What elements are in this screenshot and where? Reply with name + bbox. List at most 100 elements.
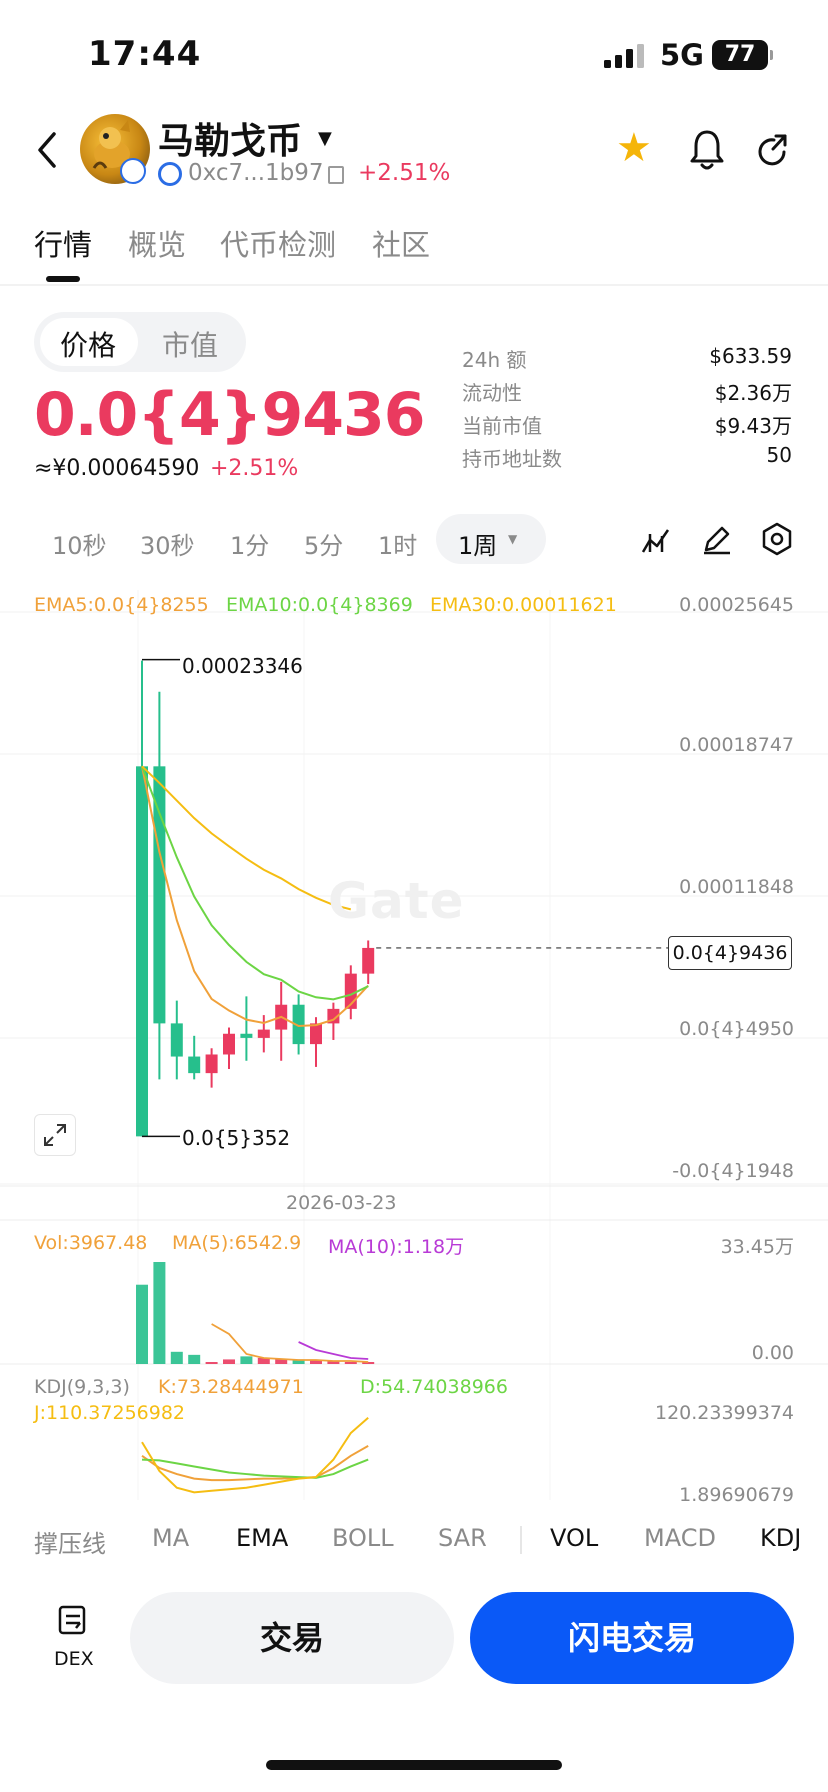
kdj-y-tick: 1.89690679 (679, 1484, 794, 1506)
token-name[interactable]: 马勒戈币 (158, 112, 302, 164)
tab-overview[interactable]: 概览 (128, 222, 186, 264)
draw-pencil-icon[interactable] (700, 522, 734, 556)
status-time: 17:44 (88, 34, 202, 74)
tab-community[interactable]: 社区 (372, 222, 430, 264)
chain-icon (158, 162, 182, 186)
interval-selected[interactable]: 1周 (458, 526, 497, 561)
share-icon[interactable] (754, 132, 792, 170)
stat-value-mcap: $9.43万 (714, 414, 792, 438)
kdj-d-line (141, 1458, 369, 1479)
high-label: 0.00023346 (182, 654, 303, 678)
dex-label[interactable]: DEX (54, 1648, 94, 1670)
volume-bar (170, 1351, 183, 1364)
ema10-legend: EMA10:0.0{4}8369 (226, 594, 413, 616)
stat-label-mcap: 当前市值 (462, 414, 542, 438)
stat-label-volume: 24h 额 (462, 348, 527, 372)
volume-bar (136, 1284, 148, 1364)
interval-1m[interactable]: 1分 (230, 526, 269, 561)
bell-icon[interactable] (688, 128, 726, 172)
dex-icon[interactable] (56, 1604, 90, 1638)
star-icon[interactable]: ★ (616, 128, 652, 168)
y-tick: -0.0{4}1948 (672, 1160, 794, 1182)
network-label: 5G (660, 38, 704, 72)
divider (0, 284, 828, 286)
kdj-j-line (141, 1417, 369, 1494)
signal-icon (604, 44, 644, 68)
watermark: Gate (328, 872, 465, 930)
vol-ma10-legend: MA(10):1.18万 (328, 1236, 465, 1258)
indicator-sar[interactable]: SAR (438, 1524, 487, 1552)
y-tick: 0.00025645 (679, 594, 794, 616)
toggle-price[interactable]: 价格 (60, 324, 116, 364)
date-label: 2026-03-23 (286, 1192, 397, 1214)
tab-market[interactable]: 行情 (34, 222, 92, 264)
interval-5m[interactable]: 5分 (304, 526, 343, 561)
chain-badge-icon (120, 158, 146, 184)
volume-bar (344, 1362, 357, 1364)
indicator-chart-icon[interactable] (640, 522, 674, 556)
indicator-ma[interactable]: MA (152, 1524, 189, 1552)
stat-label-holders: 持币地址数 (462, 447, 562, 471)
back-icon[interactable] (30, 128, 66, 172)
low-label: 0.0{5}352 (182, 1126, 291, 1150)
kdj-params: KDJ(9,3,3) (34, 1376, 130, 1398)
vol-legend: Vol:3967.48 (34, 1232, 148, 1254)
volume-bar (240, 1356, 253, 1364)
candle-body (257, 1029, 270, 1038)
volume-bar (188, 1354, 201, 1364)
candle-body (170, 1023, 183, 1057)
expand-icon (44, 1124, 66, 1146)
stat-value-holders: 50 (766, 443, 792, 467)
tab-indicator (46, 276, 80, 282)
flash-trade-button[interactable]: 闪电交易 (470, 1592, 794, 1684)
kdj-j-legend: J:110.37256982 (34, 1402, 186, 1424)
indicator-macd[interactable]: MACD (644, 1524, 716, 1552)
indicator-support[interactable]: 撑压线 (34, 1524, 106, 1559)
interval-10s[interactable]: 10秒 (52, 526, 107, 561)
stat-label-liquidity: 流动性 (462, 381, 522, 405)
y-tick: 0.00018747 (679, 734, 794, 756)
caret-down-icon[interactable]: ▼ (508, 532, 517, 546)
price-cny: ≈¥0.00064590 (34, 456, 200, 481)
candle-body (310, 1023, 322, 1045)
settings-hexagon-icon[interactable] (760, 522, 794, 556)
battery-icon: 77 (712, 40, 773, 70)
vol-ma5-legend: MA(5):6542.9 (172, 1232, 302, 1254)
kdj-y-tick: 120.23399374 (654, 1402, 794, 1424)
candlestick-chart[interactable] (0, 582, 828, 1512)
candle-body (205, 1054, 218, 1074)
vol-ma10-line (298, 1341, 369, 1360)
tab-token-check[interactable]: 代币检测 (220, 222, 336, 264)
kdj-d-legend: D:54.74038966 (360, 1376, 508, 1398)
current-price: 0.0{4}9436 (34, 380, 425, 450)
trade-button[interactable]: 交易 (130, 1592, 454, 1684)
vol-y-tick: 0.00 (751, 1342, 794, 1364)
stat-value-volume: $633.59 (709, 344, 792, 368)
last-price-tag: 0.0{4}9436 (668, 936, 792, 970)
candle-body (362, 947, 375, 974)
candle-body (223, 1033, 235, 1055)
candle-body (153, 766, 166, 1024)
interval-30s[interactable]: 30秒 (140, 526, 195, 561)
candle-body (188, 1056, 201, 1074)
indicator-ema[interactable]: EMA (236, 1524, 288, 1552)
caret-down-icon[interactable]: ▼ (318, 128, 332, 149)
stat-value-liquidity: $2.36万 (714, 381, 792, 405)
interval-1h[interactable]: 1时 (378, 526, 417, 561)
contract-address: 0xc7...1b97 (188, 160, 324, 186)
indicator-vol[interactable]: VOL (550, 1524, 598, 1552)
vol-y-tick: 33.45万 (720, 1236, 794, 1258)
volume-bar (153, 1262, 166, 1364)
volume-bar (223, 1359, 235, 1364)
indicator-boll[interactable]: BOLL (332, 1524, 394, 1552)
price-change: +2.51% (210, 456, 299, 481)
ema30-line (141, 765, 352, 911)
copy-icon[interactable] (328, 166, 344, 184)
indicator-kdj[interactable]: KDJ (760, 1524, 801, 1552)
indicator-separator (520, 1526, 522, 1554)
home-indicator (266, 1760, 562, 1770)
ema5-legend: EMA5:0.0{4}8255 (34, 594, 209, 616)
toggle-mcap[interactable]: 市值 (162, 324, 218, 364)
candle-body (136, 766, 148, 1137)
expand-button[interactable] (34, 1114, 76, 1156)
